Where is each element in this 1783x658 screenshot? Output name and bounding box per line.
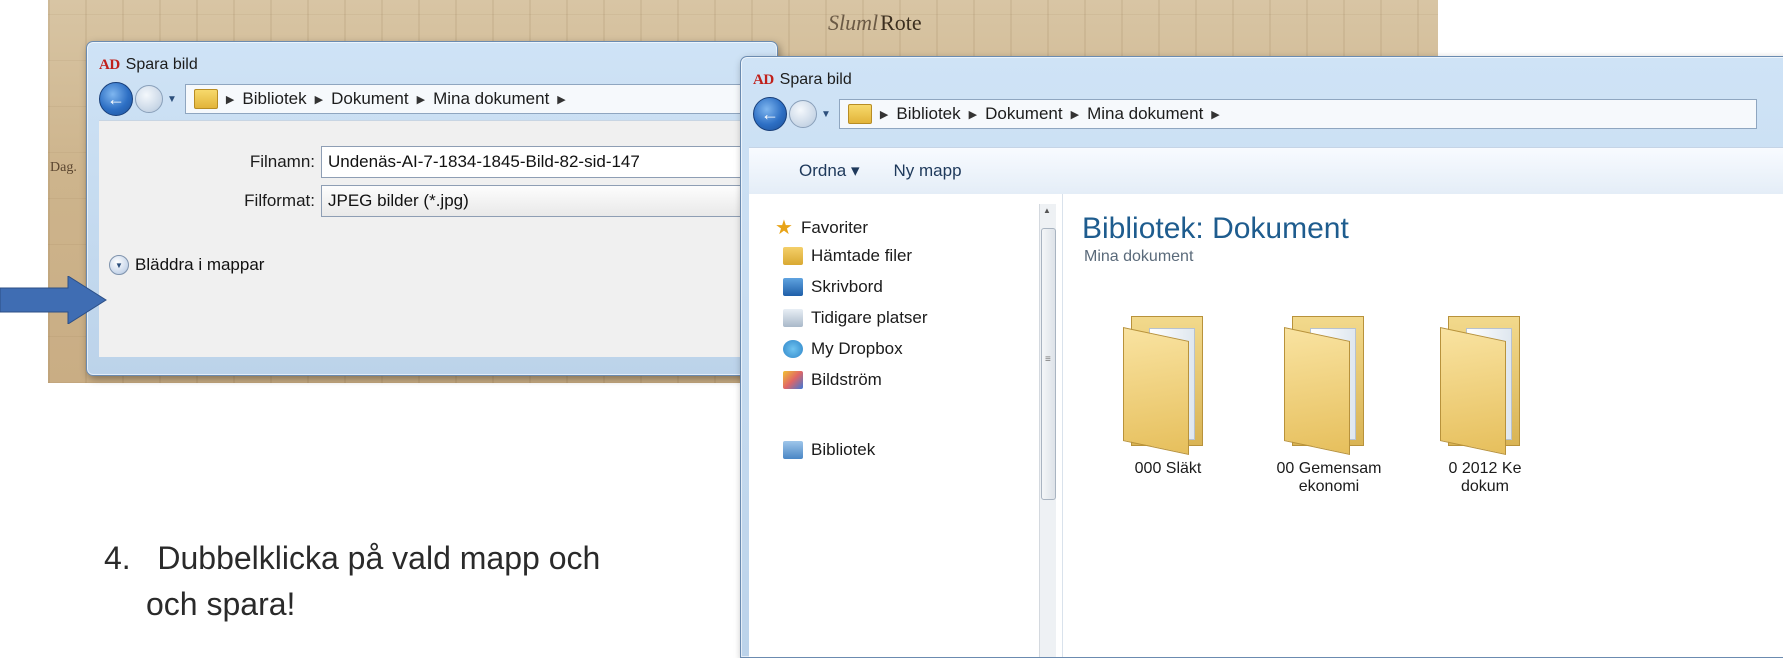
libraries-icon bbox=[783, 441, 803, 459]
history-dropdown-icon[interactable]: ▼ bbox=[167, 94, 177, 105]
format-select[interactable]: JPEG bilder (*.jpg) bbox=[321, 185, 759, 217]
save-dialog-expanded: AD Spara bild ← ▼ ▶ Bibliotek ▶ Dokument… bbox=[740, 56, 1783, 658]
breadcrumb-item[interactable]: Bibliotek bbox=[896, 104, 960, 124]
scroll-up-icon[interactable]: ▲ bbox=[1043, 206, 1051, 215]
filename-label: Filnamn: bbox=[249, 152, 315, 171]
chevron-right-icon: ▶ bbox=[1211, 108, 1220, 121]
folder-icon bbox=[847, 104, 872, 124]
scan-heading: SlumlRote bbox=[828, 10, 922, 35]
library-title: Bibliotek: Dokument bbox=[1082, 212, 1349, 245]
new-folder-button[interactable]: Ny mapp bbox=[894, 161, 962, 181]
chevron-right-icon: ▶ bbox=[879, 108, 889, 121]
folder-icon bbox=[1123, 306, 1213, 456]
breadcrumb-item[interactable]: Mina dokument bbox=[433, 89, 549, 109]
chevron-right-icon: ▶ bbox=[416, 93, 426, 106]
address-row: ← ▼ ▶ Bibliotek ▶ Dokument ▶ Mina dokume… bbox=[753, 97, 1757, 131]
navigation-pane: ★ Favoriter Hämtade filer Skrivbord Tidi… bbox=[749, 194, 1063, 657]
instruction-line: och spara! bbox=[146, 586, 296, 622]
nav-scrollbar[interactable]: ▲ ≡ bbox=[1039, 204, 1056, 657]
breadcrumb[interactable]: ▶ Bibliotek ▶ Dokument ▶ Mina dokument ▶ bbox=[184, 84, 789, 114]
breadcrumb-item[interactable]: Dokument bbox=[985, 104, 1062, 124]
dialog-titlebar: AD Spara bild bbox=[99, 54, 198, 76]
star-icon: ★ bbox=[775, 217, 793, 239]
nav-item-dropbox[interactable]: My Dropbox bbox=[783, 339, 903, 359]
dialog-title: Spara bild bbox=[125, 56, 198, 73]
back-button[interactable]: ← bbox=[753, 97, 787, 131]
nav-item-desktop[interactable]: Skrivbord bbox=[783, 277, 883, 297]
chevron-right-icon: ▶ bbox=[225, 93, 235, 106]
nav-favorites[interactable]: ★ Favoriter bbox=[775, 215, 868, 240]
history-dropdown-icon[interactable]: ▼ bbox=[821, 109, 831, 120]
breadcrumb[interactable]: ▶ Bibliotek ▶ Dokument ▶ Mina dokument ▶ bbox=[838, 99, 1757, 129]
save-form-panel: Filnamn: Undenäs-AI-7-1834-1845-Bild-82-… bbox=[99, 120, 778, 357]
dialog-title: Spara bild bbox=[779, 71, 852, 88]
dropbox-icon bbox=[783, 340, 803, 358]
folder-icon bbox=[1284, 306, 1374, 456]
expand-icon[interactable]: ▼ bbox=[109, 255, 129, 275]
filename-field[interactable]: Undenäs-AI-7-1834-1845-Bild-82-sid-147 bbox=[321, 146, 759, 178]
folder-icon bbox=[193, 89, 218, 109]
chevron-right-icon: ▶ bbox=[968, 108, 978, 121]
address-row: ← ▼ ▶ Bibliotek ▶ Dokument ▶ Mina dokume… bbox=[99, 82, 789, 116]
nav-item-downloads[interactable]: Hämtade filer bbox=[783, 246, 912, 266]
scroll-thumb[interactable]: ≡ bbox=[1041, 228, 1056, 500]
app-logo: AD bbox=[99, 56, 120, 73]
nav-item-photostream[interactable]: Bildström bbox=[783, 370, 882, 390]
chevron-right-icon: ▶ bbox=[1070, 108, 1080, 121]
desktop-icon bbox=[783, 278, 803, 296]
folder-item[interactable]: 000 Släkt bbox=[1093, 306, 1243, 478]
browse-folders-label[interactable]: Bläddra i mappar bbox=[135, 255, 264, 275]
library-subtitle: Mina dokument bbox=[1084, 248, 1194, 265]
filename-row: Filnamn: Undenäs-AI-7-1834-1845-Bild-82-… bbox=[99, 146, 759, 178]
folder-item[interactable]: 00 Gemensam ekonomi bbox=[1254, 306, 1404, 496]
chevron-right-icon: ▶ bbox=[314, 93, 324, 106]
dialog-titlebar: AD Spara bild bbox=[753, 69, 852, 91]
forward-button[interactable] bbox=[789, 100, 817, 128]
recent-places-icon bbox=[783, 309, 803, 327]
format-label: Filformat: bbox=[244, 191, 315, 210]
browse-folders-toggle[interactable]: ▼ Bläddra i mappar bbox=[109, 255, 264, 275]
chevron-right-icon: ▶ bbox=[557, 93, 566, 106]
nav-libraries[interactable]: Bibliotek bbox=[783, 440, 875, 460]
nav-item-recent-places[interactable]: Tidigare platser bbox=[783, 308, 928, 328]
download-folder-icon bbox=[783, 247, 803, 265]
breadcrumb-item[interactable]: Bibliotek bbox=[242, 89, 306, 109]
photostream-icon bbox=[783, 371, 803, 389]
pointer-arrow-icon bbox=[0, 276, 107, 324]
scan-margin-text: Dag. bbox=[50, 160, 77, 175]
folder-icon bbox=[1440, 306, 1530, 456]
grip-icon: ≡ bbox=[1045, 354, 1051, 365]
breadcrumb-item[interactable]: Dokument bbox=[331, 89, 408, 109]
back-button[interactable]: ← bbox=[99, 82, 133, 116]
format-row: Filformat: JPEG bilder (*.jpg) bbox=[99, 185, 759, 217]
folder-item[interactable]: 0 2012 Ke dokum bbox=[1415, 306, 1555, 496]
save-dialog-collapsed: AD Spara bild ← ▼ ▶ Bibliotek ▶ Dokument… bbox=[86, 41, 789, 376]
forward-button[interactable] bbox=[135, 85, 163, 113]
breadcrumb-item[interactable]: Mina dokument bbox=[1087, 104, 1203, 124]
organize-menu-button[interactable]: Ordna ▾ bbox=[799, 161, 860, 181]
command-toolbar: Ordna ▾ Ny mapp bbox=[749, 147, 1783, 195]
instruction-line: 4. Dubbelklicka på vald mapp och bbox=[104, 540, 601, 576]
instruction-text: 4. Dubbelklicka på vald mapp och och spa… bbox=[104, 535, 600, 627]
app-logo: AD bbox=[753, 71, 774, 88]
folder-content: Bibliotek: Dokument Mina dokument 000 Sl… bbox=[1063, 194, 1783, 657]
